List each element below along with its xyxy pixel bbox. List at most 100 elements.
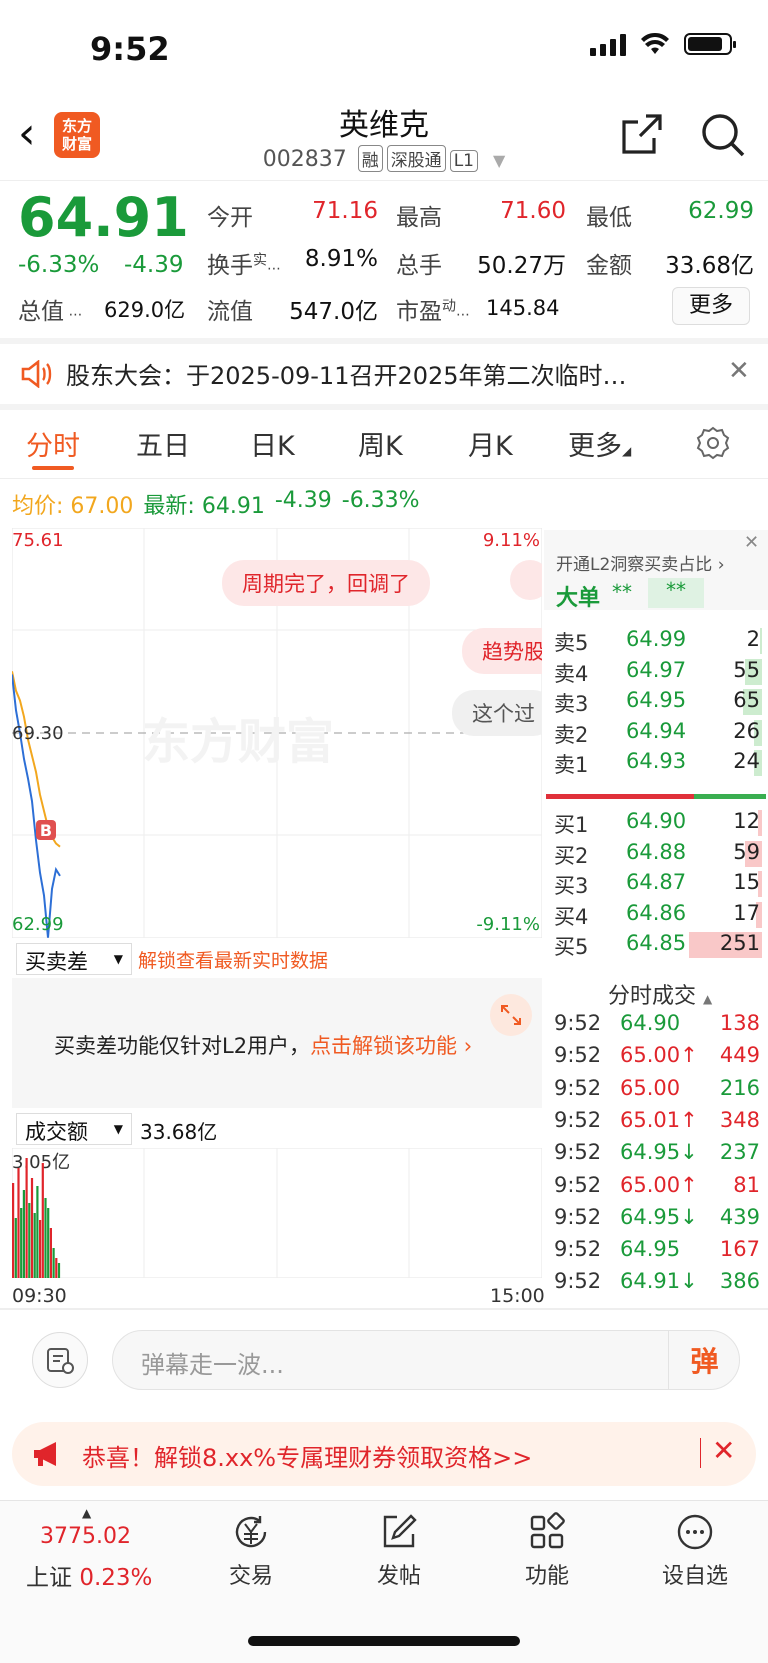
trade-price: 64.91↓	[620, 1269, 698, 1294]
section-divider	[0, 1308, 768, 1310]
order-level: 卖5	[554, 631, 589, 655]
danmu-input[interactable]: 弹幕走一波...	[112, 1330, 740, 1390]
order-price: 64.94	[626, 718, 687, 743]
index-row[interactable]: 上证 0.23%	[26, 1558, 152, 1592]
buy-marker-label: B	[40, 821, 52, 840]
diff-hint[interactable]: 解锁查看最新实时数据	[138, 946, 328, 973]
volume-bar	[49, 1228, 52, 1278]
buy-ratio-bar	[694, 794, 766, 799]
tab-five-day[interactable]: 五日	[136, 424, 190, 463]
trades-title-label: 分时成交	[608, 984, 697, 1009]
order-level: 卖1	[554, 753, 589, 777]
grid-icon	[530, 1512, 565, 1549]
tab-more-label: 更多	[568, 431, 622, 462]
danmu-send-button[interactable]: 弹	[668, 1330, 740, 1390]
danmu-bubble[interactable]: 周期完了，回调了	[222, 560, 430, 606]
latest-pct: -6.33%	[341, 488, 420, 513]
tab-underline	[32, 466, 74, 470]
volume-bar	[57, 1263, 61, 1278]
order-price: 64.93	[626, 749, 687, 773]
amount-value: 33.68亿	[665, 253, 754, 279]
danmu-bubble[interactable]: 这个过	[452, 690, 542, 736]
danmu-bubble[interactable]: 趋势股	[462, 628, 542, 674]
index-value[interactable]: 3775.02	[40, 1524, 131, 1549]
order-price: 64.99	[626, 627, 687, 651]
order-level: 买2	[554, 843, 589, 868]
more-button[interactable]: 更多	[672, 287, 750, 325]
nav-functions[interactable]: 功能	[492, 1512, 602, 1590]
search-icon[interactable]	[700, 112, 746, 158]
volume-bar	[52, 1248, 55, 1278]
close-icon[interactable]: ✕	[728, 356, 750, 386]
order-level: 卖3	[554, 692, 589, 716]
close-icon[interactable]: ✕	[712, 1434, 735, 1467]
mcap-label: 总值 ⋯	[18, 292, 82, 326]
expand-icon[interactable]	[490, 994, 532, 1036]
volume-bar	[22, 1190, 25, 1278]
trade-price: 64.90	[620, 1011, 681, 1035]
diff-select[interactable]: 买卖差 ▼	[16, 943, 132, 975]
close-icon[interactable]: ✕	[744, 532, 759, 553]
tab-more[interactable]: 更多◢	[568, 424, 631, 463]
tag-margin: 融	[357, 145, 383, 172]
l2-banner-text[interactable]: 开通L2洞察买卖占比 ›	[556, 550, 725, 575]
buy-order-row: 买1 64.90 12	[544, 806, 768, 838]
bottom-nav-divider	[0, 1500, 768, 1501]
nav-functions-label: 功能	[524, 1564, 569, 1589]
sell-order-row: 卖2 64.94 26	[544, 716, 768, 748]
trades-title[interactable]: 分时成交 ▲	[608, 978, 712, 1010]
volume-bar	[12, 1183, 15, 1278]
tag-connect: 深股通	[386, 145, 446, 172]
volume-bar	[17, 1168, 20, 1278]
unlock-link[interactable]: 点击解锁该功能 ›	[310, 1034, 472, 1058]
trade-row: 9:52 65.00↑ 81	[544, 1170, 768, 1204]
pct-top-label: 9.11%	[483, 530, 540, 551]
volume-bar	[55, 1258, 58, 1278]
volume-select[interactable]: 成交额 ▼	[16, 1113, 132, 1145]
buy-order-row: 买5 64.85 251	[544, 928, 768, 960]
nav-watchlist[interactable]: 设自选	[640, 1512, 750, 1590]
notice-text: 股东大会：于2025-09-11召开2025年第二次临时…	[66, 362, 627, 390]
gear-icon[interactable]	[696, 426, 730, 460]
nav-post[interactable]: 发帖	[344, 1512, 454, 1590]
avg-price: 均价: 67.00	[12, 488, 133, 520]
promo-text[interactable]: 恭喜！解锁8.xx%专属理财券领取资格>>	[82, 1438, 532, 1473]
share-icon[interactable]	[620, 112, 664, 156]
nav-trade[interactable]: 交易	[196, 1512, 306, 1590]
caret-up-icon: ▲	[82, 1506, 92, 1520]
turnover-sup: 实	[253, 252, 267, 269]
tab-weekly-k[interactable]: 周K	[358, 424, 403, 463]
tab-daily-k[interactable]: 日K	[250, 424, 295, 463]
trade-volume: 237	[719, 1140, 760, 1165]
tab-intraday[interactable]: 分时	[26, 424, 80, 463]
order-price: 64.85	[626, 931, 687, 955]
caret-icon: ◢	[622, 444, 632, 458]
trade-price: 65.00↑	[620, 1043, 698, 1068]
volume-chart[interactable]: 3.05亿	[12, 1148, 542, 1278]
tab-monthly-k[interactable]: 月K	[468, 424, 513, 463]
amount-label: 金额	[586, 253, 632, 279]
info-icon[interactable]: ⋯	[456, 307, 470, 323]
buy-order-row: 买2 64.88 59	[544, 837, 768, 869]
notice-bar[interactable]: 股东大会：于2025-09-11召开2025年第二次临时…	[20, 356, 720, 391]
trade-time: 9:52	[554, 1075, 602, 1100]
info-icon[interactable]: ⋯	[267, 261, 281, 277]
trade-price: 64.95	[620, 1237, 681, 1262]
order-price: 64.86	[626, 900, 687, 925]
order-level: 买5	[554, 935, 589, 959]
order-price: 64.90	[626, 809, 687, 833]
trade-row: 9:52 64.95 167	[544, 1234, 768, 1268]
trade-price: 65.00	[620, 1075, 681, 1100]
danmu-settings-icon[interactable]	[32, 1332, 88, 1388]
trade-row: 9:52 65.00↑ 449	[544, 1040, 768, 1074]
trade-volume: 449	[719, 1043, 760, 1068]
info-icon[interactable]: ⋯	[64, 307, 82, 323]
volume-bar	[20, 1208, 23, 1278]
open-value: 71.16	[312, 198, 378, 224]
pct-bottom-label: -9.11%	[476, 914, 540, 935]
more-dots-icon	[677, 1514, 713, 1550]
open-label: 今开	[207, 205, 253, 231]
float-label: 流值	[207, 299, 253, 325]
volume-max-label: 3.05亿	[12, 1152, 70, 1173]
chevron-down-icon[interactable]: ▼	[493, 151, 505, 170]
